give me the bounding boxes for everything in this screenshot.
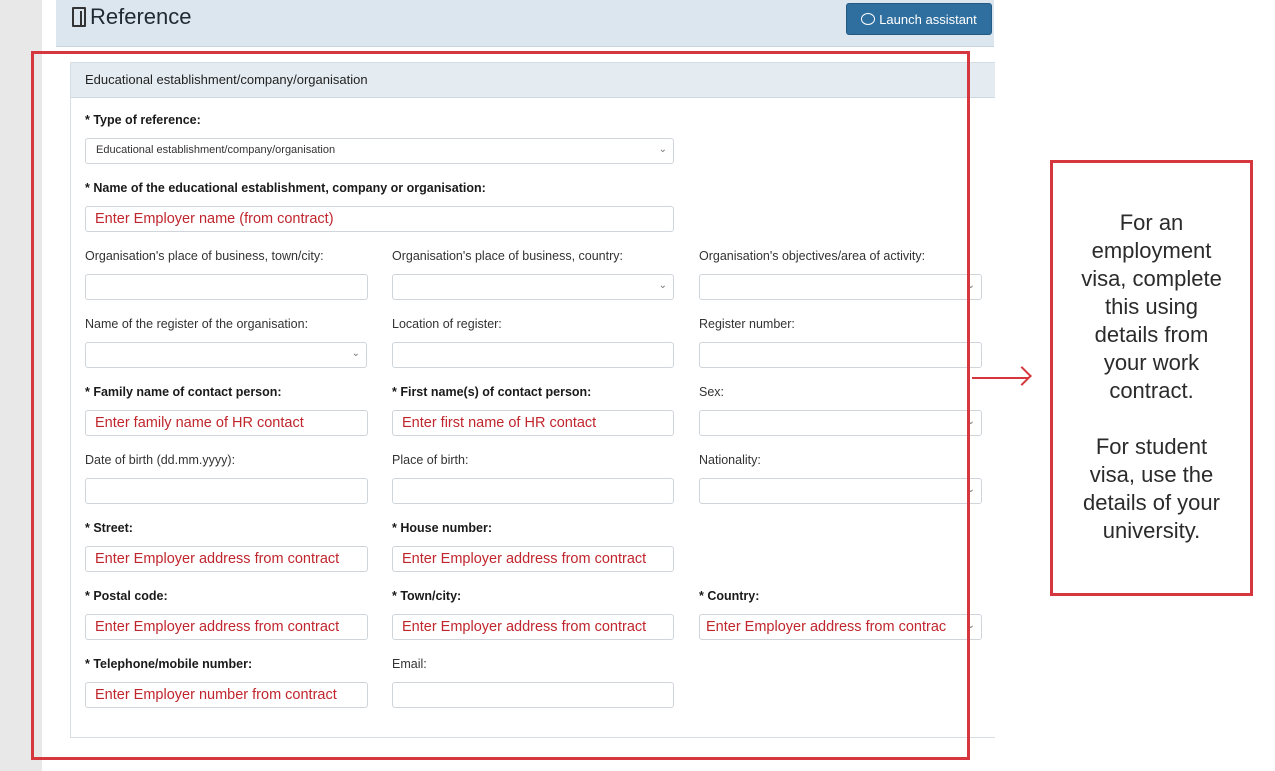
callout-line: For an xyxy=(1119,210,1184,235)
callout-line: university. xyxy=(1102,518,1201,543)
page-header: Reference Launch assistant xyxy=(56,0,994,47)
chat-bubble-icon xyxy=(861,13,876,25)
callout-line: contract. xyxy=(1109,378,1194,403)
annotation-highlight-box xyxy=(31,51,970,760)
arrow-right-icon xyxy=(1012,366,1032,386)
page-title-text: Reference xyxy=(90,4,192,29)
callout-line: For student xyxy=(1095,434,1208,459)
launch-assistant-button[interactable]: Launch assistant xyxy=(846,3,992,35)
callout-line: details of your xyxy=(1083,490,1220,515)
annotation-callout: For an employment visa, complete this us… xyxy=(1050,160,1253,596)
page-title: Reference xyxy=(72,4,192,30)
launch-assistant-label: Launch assistant xyxy=(879,11,977,27)
callout-line: this using xyxy=(1105,294,1198,319)
callout-line: your work xyxy=(1103,350,1200,375)
callout-line: visa, complete xyxy=(1081,266,1222,291)
document-icon xyxy=(72,7,86,27)
callout-line: employment xyxy=(1091,238,1212,263)
callout-line: visa, use the xyxy=(1089,462,1214,487)
callout-line: details from xyxy=(1094,322,1209,347)
